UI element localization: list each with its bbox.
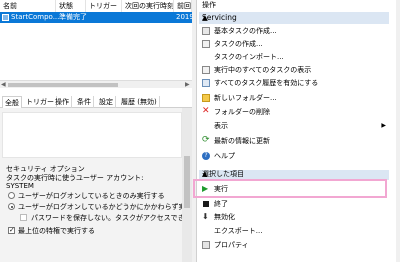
action-enable-task-history[interactable]: すべてのタスク履歴を有効にする: [201, 77, 389, 89]
action-export[interactable]: エクスポート...: [201, 225, 389, 237]
action-label: タスクのインポート...: [214, 53, 284, 61]
action-end[interactable]: 終了: [201, 198, 389, 210]
action-import-task[interactable]: タスクのインポート...: [201, 51, 389, 63]
action-label: エクスポート...: [214, 227, 263, 235]
column-header-trigger[interactable]: トリガー: [86, 0, 122, 12]
run-as-user: SYSTEM: [6, 182, 34, 190]
column-header-name[interactable]: 名前: [0, 0, 56, 12]
collapse-up-icon[interactable]: ▲: [202, 12, 386, 24]
action-label: 最新の情報に更新: [214, 137, 270, 145]
action-create-task[interactable]: タスクの作成...: [201, 38, 389, 50]
tab-settings[interactable]: 設定: [97, 96, 116, 108]
highest-privileges-checkbox[interactable]: [8, 226, 15, 234]
properties-icon: [202, 241, 210, 249]
action-refresh[interactable]: ⟳ 最新の情報に更新: [201, 135, 389, 147]
action-label: 新しいフォルダー...: [214, 94, 277, 102]
action-label: 終了: [214, 200, 228, 208]
no-password-label: パスワードを保存しない。タスクがアクセスできるのはロー: [31, 214, 182, 222]
action-view[interactable]: 表示 ▶: [201, 120, 389, 132]
tab-history[interactable]: 履歴 (無効): [119, 96, 160, 108]
scroll-right-icon[interactable]: ▶: [185, 82, 190, 88]
tab-general[interactable]: 全般: [2, 96, 22, 108]
running-tasks-icon: [202, 66, 210, 74]
action-label: 基本タスクの作成...: [214, 27, 277, 35]
section-header-servicing[interactable]: Servicing ▲: [199, 12, 389, 24]
delete-x-icon: ✕: [202, 106, 210, 116]
radio-run-always[interactable]: [8, 203, 15, 210]
action-label: すべてのタスク履歴を有効にする: [214, 79, 319, 87]
properties-tabs: 全般 トリガー 操作 条件 設定 履歴 (無効): [0, 96, 192, 108]
scroll-left-icon[interactable]: ◀: [1, 82, 6, 88]
create-task-icon: [202, 40, 210, 48]
right-vertical-scrollbar[interactable]: [396, 0, 400, 262]
actions-pane: 操作 Servicing ▲ 基本タスクの作成... タスクの作成... タスク…: [196, 0, 400, 262]
action-label: 表示: [214, 122, 228, 130]
task-icon: [2, 14, 9, 21]
action-label: ヘルプ: [214, 152, 235, 160]
action-label: プロパティ: [214, 241, 249, 249]
task-list-pane: 名前 状態 トリガー 次回の実行時刻 前回の StartCompo... 準備完…: [0, 0, 196, 262]
column-header-next-run[interactable]: 次回の実行時刻: [122, 0, 174, 12]
column-header-status[interactable]: 状態: [56, 0, 86, 12]
action-create-basic-task[interactable]: 基本タスクの作成...: [201, 25, 389, 37]
tab-conditions[interactable]: 条件: [75, 96, 94, 108]
end-stop-icon: [203, 201, 209, 207]
actions-pane-title: 操作: [202, 1, 216, 9]
scroll-thumb[interactable]: [184, 156, 190, 208]
action-label: フォルダーの削除: [214, 108, 270, 116]
action-disable[interactable]: ⬇ 無効化: [201, 211, 389, 223]
action-label: タスクの作成...: [214, 40, 263, 48]
radio-run-always-label: ユーザーがログオンしているかどうかにかかわらず実行する: [18, 203, 182, 211]
task-status: 準備完了: [59, 13, 87, 21]
disable-icon: ⬇: [202, 212, 209, 221]
tab-actions[interactable]: 操作: [53, 96, 72, 108]
column-header-last-run[interactable]: 前回の: [174, 0, 192, 12]
action-properties[interactable]: プロパティ: [201, 239, 389, 251]
horizontal-scrollbar[interactable]: ◀ ▶: [0, 80, 192, 88]
collapse-up-icon[interactable]: ▲: [202, 169, 386, 179]
submenu-arrow-icon: ▶: [381, 122, 386, 129]
scroll-thumb[interactable]: [8, 83, 118, 87]
folder-icon: [202, 94, 210, 102]
highlight-frame: [193, 179, 387, 198]
action-show-running-tasks[interactable]: 実行中のすべてのタスクの表示: [201, 64, 389, 76]
create-basic-task-icon: [202, 27, 210, 35]
action-new-folder[interactable]: 新しいフォルダー...: [201, 92, 389, 104]
table-row[interactable]: StartCompo... 準備完了 2019/: [0, 12, 196, 23]
highest-privileges-label: 最上位の特権で実行する: [18, 227, 95, 235]
action-label: 実行中のすべてのタスクの表示: [214, 66, 312, 74]
radio-logged-on[interactable]: [8, 192, 15, 199]
refresh-icon: ⟳: [202, 135, 210, 145]
task-history-icon: [202, 79, 210, 87]
radio-logged-on-label: ユーザーがログオンしているときのみ実行する: [18, 192, 165, 200]
panel-scrollbar[interactable]: [182, 108, 192, 262]
task-name: StartCompo...: [11, 13, 60, 21]
description-area: [2, 112, 182, 158]
action-label: 無効化: [214, 213, 235, 221]
no-password-checkbox[interactable]: [20, 214, 27, 221]
action-delete-folder[interactable]: ✕ フォルダーの削除: [201, 106, 389, 118]
help-icon: ?: [202, 152, 210, 160]
action-help[interactable]: ? ヘルプ: [201, 150, 389, 162]
